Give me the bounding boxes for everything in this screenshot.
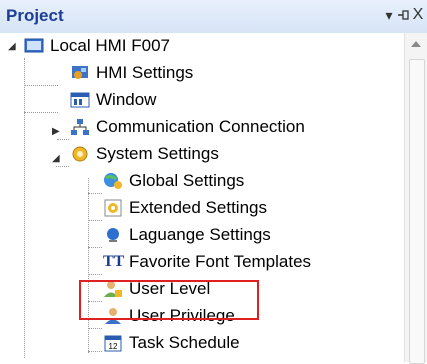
tree-line: [24, 85, 58, 86]
tree-line: [88, 274, 102, 275]
monitor-icon: [24, 37, 44, 55]
hmi-settings-icon: [70, 64, 90, 82]
tree-line: [88, 247, 102, 248]
expand-arrow-icon[interactable]: ▶: [52, 126, 60, 137]
vertical-scrollbar[interactable]: [404, 33, 427, 364]
scroll-up-arrow-icon[interactable]: [411, 41, 421, 47]
dropdown-icon[interactable]: ▾: [382, 5, 396, 25]
tree-line: [57, 139, 69, 140]
panel-title: Project: [6, 6, 64, 25]
tree-line: [88, 178, 89, 353]
tree-line: [56, 166, 69, 167]
tree-line: [88, 220, 102, 221]
tree-line: [24, 112, 58, 113]
task-schedule-icon: 12: [103, 334, 123, 352]
task-schedule-icon-text: 12: [109, 342, 118, 351]
tree-line: [88, 328, 102, 329]
font-icon: TT: [103, 253, 125, 270]
tree-node-label: Communication Connection: [96, 117, 305, 136]
tree-node-label: Local HMI F007: [50, 36, 170, 55]
tree-node-label: Global Settings: [129, 171, 245, 190]
language-pin-icon: [103, 226, 123, 244]
tree-node-label: Extended Settings: [129, 198, 267, 217]
highlight-box: [79, 280, 259, 320]
collapse-arrow-icon[interactable]: ◢: [8, 41, 16, 52]
extended-settings-icon: [103, 199, 123, 217]
tree-node-label: Favorite Font Templates: [129, 252, 312, 271]
network-icon: [70, 118, 90, 136]
tree-node-label: Laguange Settings: [129, 225, 271, 244]
tree-line: [88, 351, 102, 352]
project-panel: Project ▾ X ◢ Local HMI F007 HMI Setting…: [0, 0, 427, 364]
tree-line: [88, 193, 102, 194]
panel-titlebar: Project ▾ X: [0, 0, 427, 34]
project-tree: ◢ Local HMI F007 HMI Settings Window ▶ C…: [0, 33, 404, 362]
tree-node-label: HMI Settings: [96, 63, 194, 82]
tree-line: [24, 58, 25, 358]
window-icon: [70, 91, 90, 109]
tree-node-label: System Settings: [96, 144, 219, 163]
gear-folder-icon: [70, 145, 90, 163]
collapse-arrow-icon[interactable]: ◢: [52, 153, 60, 164]
tree-node-label: Window: [96, 90, 157, 109]
tree-node-label: Task Schedule: [129, 333, 240, 352]
globe-gear-icon: [103, 172, 123, 190]
scrollbar-thumb[interactable]: [409, 59, 425, 364]
pin-icon[interactable]: [397, 5, 409, 25]
close-icon[interactable]: X: [411, 5, 425, 25]
